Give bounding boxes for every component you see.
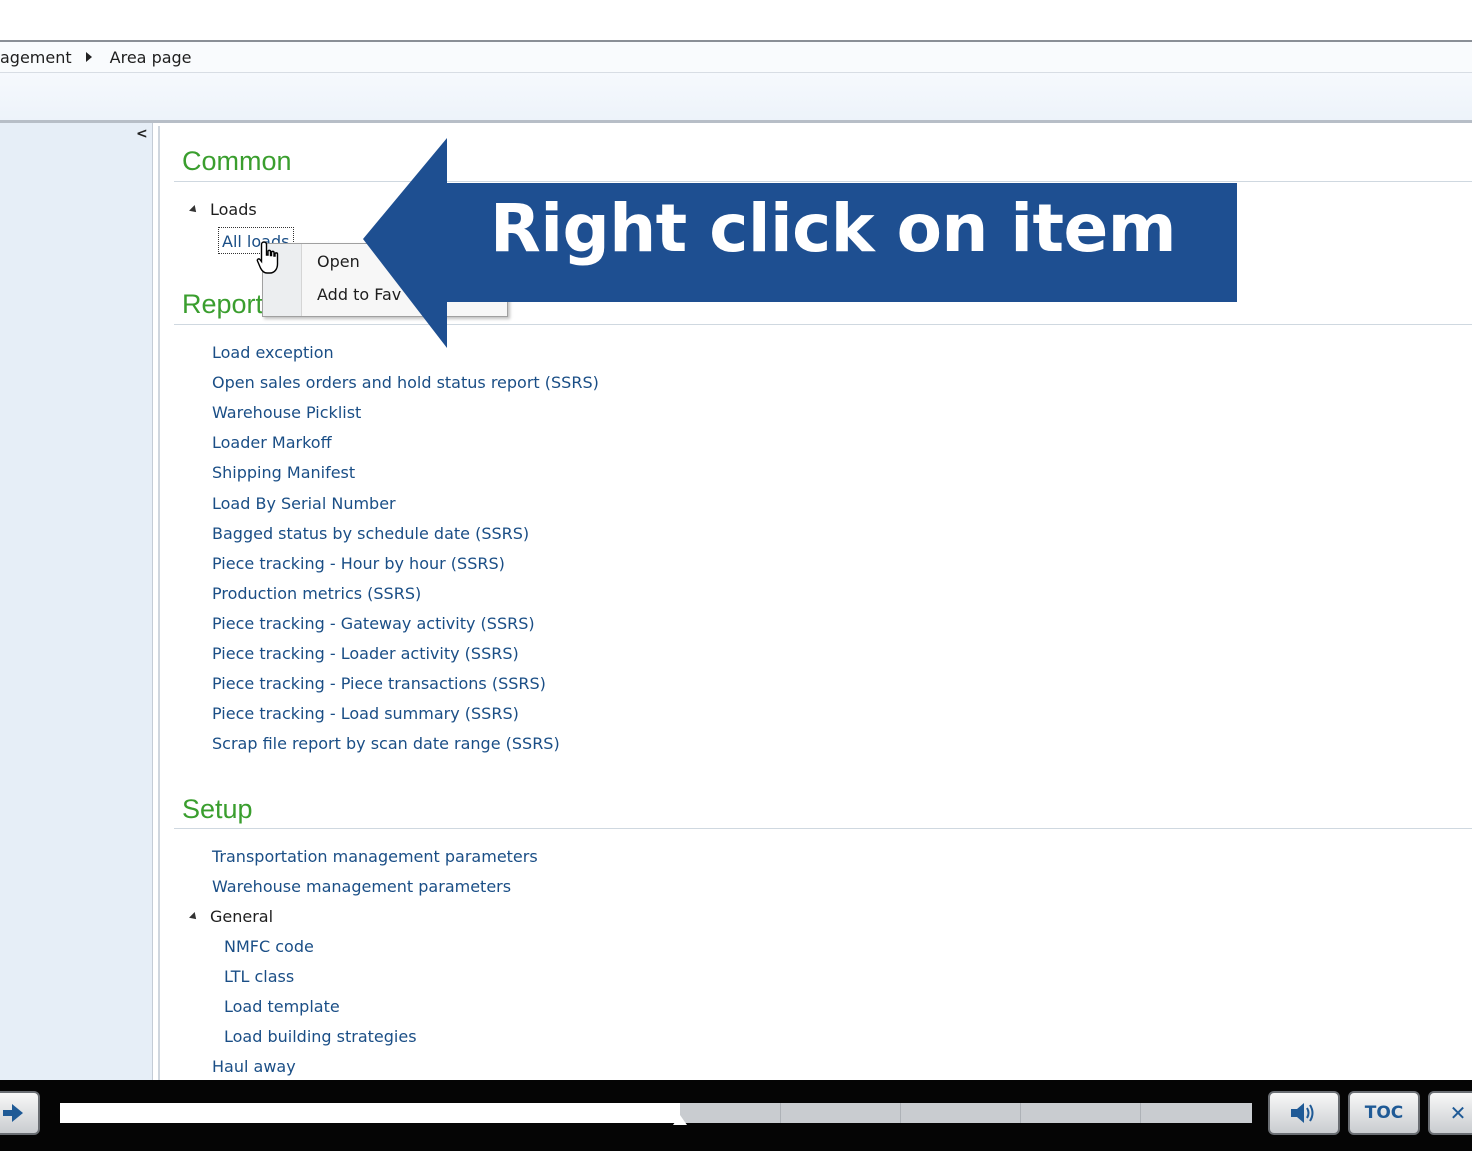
action-pane [0, 73, 1472, 123]
report-link[interactable]: Bagged status by schedule date (SSRS) [212, 524, 529, 543]
progress-tick [1020, 1103, 1021, 1123]
section-title-setup: Setup [182, 794, 253, 824]
link-nmfc-code[interactable]: NMFC code [224, 937, 314, 956]
forward-arrow-icon [3, 1104, 23, 1122]
collapse-pane-icon[interactable]: < [136, 126, 148, 142]
breadcrumb-module[interactable]: agement [0, 48, 78, 67]
link-haul-away[interactable]: Haul away [212, 1057, 296, 1076]
progress-tick [780, 1103, 781, 1123]
progress-fill [60, 1103, 680, 1123]
group-header-loads[interactable]: Loads [189, 200, 257, 219]
link-transportation-parameters[interactable]: Transportation management parameters [212, 847, 538, 866]
link-load-template[interactable]: Load template [224, 997, 340, 1016]
report-link[interactable]: Shipping Manifest [212, 463, 355, 482]
group-label: General [210, 907, 274, 926]
volume-button[interactable] [1268, 1091, 1340, 1135]
context-menu-open[interactable]: Open [317, 252, 360, 271]
report-link[interactable]: Warehouse Picklist [212, 403, 361, 422]
group-header-general[interactable]: General [189, 907, 274, 926]
next-slide-button[interactable] [0, 1091, 40, 1135]
report-link[interactable]: Open sales orders and hold status report… [212, 373, 599, 392]
expand-triangle-icon[interactable] [189, 204, 199, 215]
link-ltl-class[interactable]: LTL class [224, 967, 294, 986]
hand-cursor-icon [256, 241, 279, 274]
report-link[interactable]: Load By Serial Number [212, 494, 396, 513]
window-top-bar [0, 0, 1472, 42]
callout-text: Right click on item [490, 190, 1177, 267]
progress-tick [1140, 1103, 1141, 1123]
navigation-pane [0, 123, 153, 1080]
report-link[interactable]: Piece tracking - Piece transactions (SSR… [212, 674, 546, 693]
report-link[interactable]: Loader Markoff [212, 433, 332, 452]
close-player-button[interactable]: ✕ [1428, 1091, 1472, 1135]
report-link[interactable]: Piece tracking - Loader activity (SSRS) [212, 644, 519, 663]
link-load-building-strategies[interactable]: Load building strategies [224, 1027, 417, 1046]
report-link[interactable]: Production metrics (SSRS) [212, 584, 421, 603]
breadcrumb: agement Area page [0, 42, 1472, 73]
progress-knob[interactable] [672, 1115, 687, 1125]
report-link[interactable]: Piece tracking - Hour by hour (SSRS) [212, 554, 505, 573]
breadcrumb-area-page[interactable]: Area page [104, 48, 198, 67]
progress-bar[interactable] [60, 1103, 1252, 1125]
toc-button[interactable]: TOC [1348, 1091, 1420, 1135]
report-link[interactable]: Load exception [212, 343, 334, 362]
expand-triangle-icon[interactable] [189, 911, 199, 922]
report-link[interactable]: Scrap file report by scan date range (SS… [212, 734, 560, 753]
report-link[interactable]: Piece tracking - Gateway activity (SSRS) [212, 614, 535, 633]
section-title-common: Common [182, 146, 292, 176]
link-warehouse-parameters[interactable]: Warehouse management parameters [212, 877, 511, 896]
group-label: Loads [210, 200, 257, 219]
progress-tick [900, 1103, 901, 1123]
report-link[interactable]: Piece tracking - Load summary (SSRS) [212, 704, 519, 723]
section-divider [174, 828, 1472, 829]
speaker-icon [1291, 1103, 1314, 1123]
breadcrumb-separator-icon [85, 52, 92, 62]
